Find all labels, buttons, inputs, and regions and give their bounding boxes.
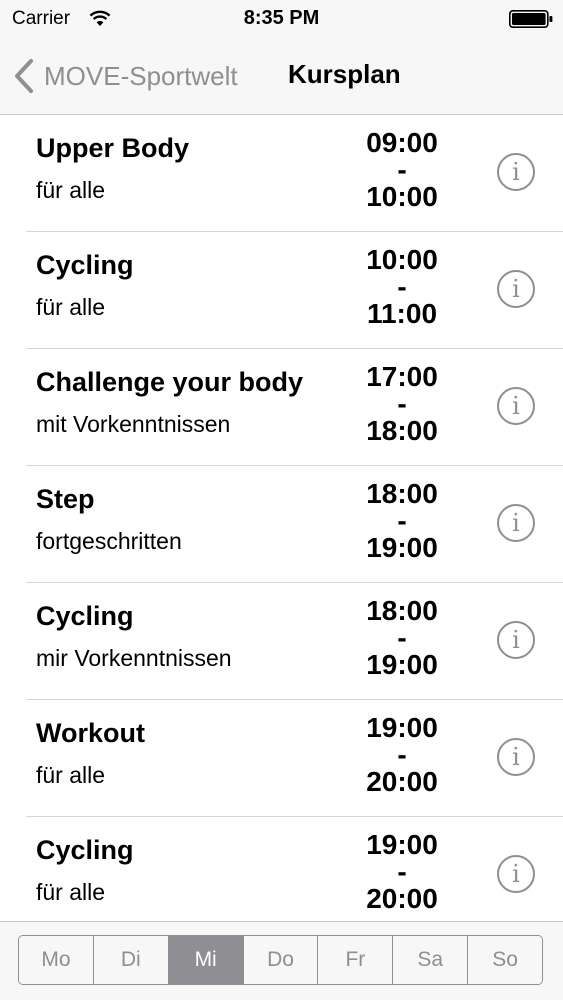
time-separator: - (397, 505, 407, 536)
course-level: mir Vorkenntnissen (36, 645, 232, 671)
time-start: 19:00 (366, 712, 438, 743)
course-level: für alle (36, 879, 106, 905)
course-name: Step (36, 484, 95, 514)
info-icon[interactable]: i (497, 153, 535, 191)
course-name: Cycling (36, 601, 134, 631)
battery-icon (509, 10, 553, 28)
course-time: 09:00 - 10:00 (342, 127, 462, 212)
time-end: 18:00 (366, 415, 438, 446)
course-level: mit Vorkenntnissen (36, 411, 231, 437)
status-time: 8:35 PM (243, 7, 320, 29)
course-name: Workout (36, 718, 145, 748)
time-start: 18:00 (366, 595, 438, 626)
info-icon[interactable]: i (497, 270, 535, 308)
day-segment-do[interactable]: Do (243, 936, 319, 984)
course-level: fortgeschritten (36, 528, 182, 554)
navigation-bar: MOVE-Sportwelt Kursplan (0, 38, 563, 115)
page-title: Kursplan (288, 59, 401, 89)
time-separator: - (397, 856, 407, 887)
day-selector-bar: Mo Di Mi Do Fr Sa So (0, 921, 563, 1000)
course-row[interactable]: Step fortgeschritten 18:00 - 19:00 i (26, 466, 563, 583)
course-time: 19:00 - 20:00 (342, 712, 462, 797)
time-start: 09:00 (366, 127, 438, 158)
day-segment-fr[interactable]: Fr (318, 936, 394, 984)
info-icon[interactable]: i (497, 621, 535, 659)
day-segment-mo[interactable]: Mo (19, 936, 94, 984)
course-level: für alle (36, 177, 106, 203)
time-separator: - (397, 388, 407, 419)
course-row[interactable]: Cycling für alle 19:00 - 20:00 i (26, 817, 563, 921)
course-level: für alle (36, 294, 106, 320)
time-end: 19:00 (366, 649, 438, 680)
info-icon[interactable]: i (497, 738, 535, 776)
course-list[interactable]: Upper Body für alle 09:00 - 10:00 i Cycl… (0, 115, 563, 921)
time-start: 10:00 (366, 244, 438, 275)
info-icon[interactable]: i (497, 387, 535, 425)
course-row[interactable]: Upper Body für alle 09:00 - 10:00 i (26, 115, 563, 232)
course-row[interactable]: Challenge your body mit Vorkenntnissen 1… (26, 349, 563, 466)
day-segmented-control: Mo Di Mi Do Fr Sa So (18, 935, 543, 985)
course-time: 18:00 - 19:00 (342, 478, 462, 563)
screen: Carrier 8:35 PM MOVE-Sportwelt Kursplan … (0, 0, 563, 1000)
course-time: 18:00 - 19:00 (342, 595, 462, 680)
back-label: MOVE-Sportwelt (44, 60, 238, 91)
course-name: Challenge your body (36, 367, 304, 397)
time-end: 20:00 (366, 883, 438, 914)
course-row[interactable]: Workout für alle 19:00 - 20:00 i (26, 700, 563, 817)
day-segment-sa[interactable]: Sa (393, 936, 469, 984)
course-row[interactable]: Cycling für alle 10:00 - 11:00 i (26, 232, 563, 349)
day-segment-di[interactable]: Di (93, 936, 169, 984)
status-bar: Carrier 8:35 PM (0, 0, 563, 38)
info-icon[interactable]: i (497, 855, 535, 893)
course-name: Upper Body (36, 133, 190, 163)
course-name: Cycling (36, 835, 134, 865)
time-end: 11:00 (366, 298, 438, 329)
back-button[interactable]: MOVE-Sportwelt (12, 54, 238, 98)
time-separator: - (397, 739, 407, 770)
time-separator: - (397, 622, 407, 653)
time-end: 10:00 (366, 181, 438, 212)
course-name: Cycling (36, 250, 134, 280)
day-segment-so[interactable]: So (468, 936, 542, 984)
day-segment-mi[interactable]: Mi (168, 936, 244, 984)
time-start: 19:00 (366, 829, 438, 860)
course-time: 17:00 - 18:00 (342, 361, 462, 446)
time-start: 17:00 (366, 361, 438, 392)
time-end: 19:00 (366, 532, 438, 563)
info-icon[interactable]: i (497, 504, 535, 542)
time-end: 20:00 (366, 766, 438, 797)
time-separator: - (397, 271, 407, 302)
course-time: 19:00 - 20:00 (342, 829, 462, 914)
course-level: für alle (36, 762, 106, 788)
time-separator: - (397, 154, 407, 185)
course-time: 10:00 - 11:00 (342, 244, 462, 329)
course-row[interactable]: Cycling mir Vorkenntnissen 18:00 - 19:00… (26, 583, 563, 700)
chevron-left-icon (15, 59, 33, 93)
time-start: 18:00 (366, 478, 438, 509)
